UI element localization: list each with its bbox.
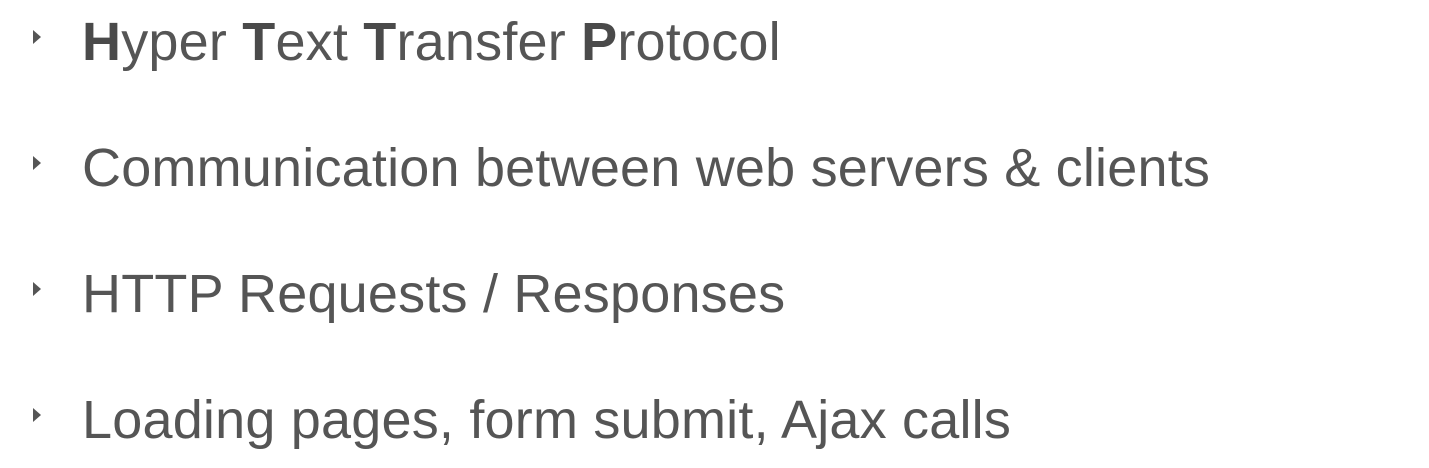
text-segment: rotocol [617, 12, 781, 72]
bullet-item-requests-responses: HTTP Requests / Responses [0, 254, 1429, 334]
text-segment: yper [121, 12, 243, 72]
bullet-item-use-cases: Loading pages, form submit, Ajax calls [0, 380, 1429, 460]
bullet-text: Communication between web servers & clie… [82, 138, 1211, 198]
acronym-letter: P [581, 12, 618, 72]
bullet-item-http-acronym: Hyper Text Transfer Protocol [0, 2, 1429, 82]
bullet-list: Hyper Text Transfer Protocol Communicati… [0, 0, 1429, 468]
bullet-item-communication: Communication between web servers & clie… [0, 128, 1429, 208]
bullet-text: HTTP Requests / Responses [82, 264, 786, 324]
acronym-letter: T [363, 12, 397, 72]
text-segment: ext [275, 12, 364, 72]
bullet-text: Loading pages, form submit, Ajax calls [82, 390, 1012, 450]
triangle-bullet-icon [33, 408, 41, 422]
acronym-letter: T [242, 12, 276, 72]
acronym-letter: H [82, 12, 122, 72]
bullet-text: Hyper Text Transfer Protocol [82, 2, 781, 82]
triangle-bullet-icon [33, 156, 41, 170]
text-segment: ransfer [396, 12, 582, 72]
triangle-bullet-icon [33, 282, 41, 296]
triangle-bullet-icon [33, 30, 41, 44]
